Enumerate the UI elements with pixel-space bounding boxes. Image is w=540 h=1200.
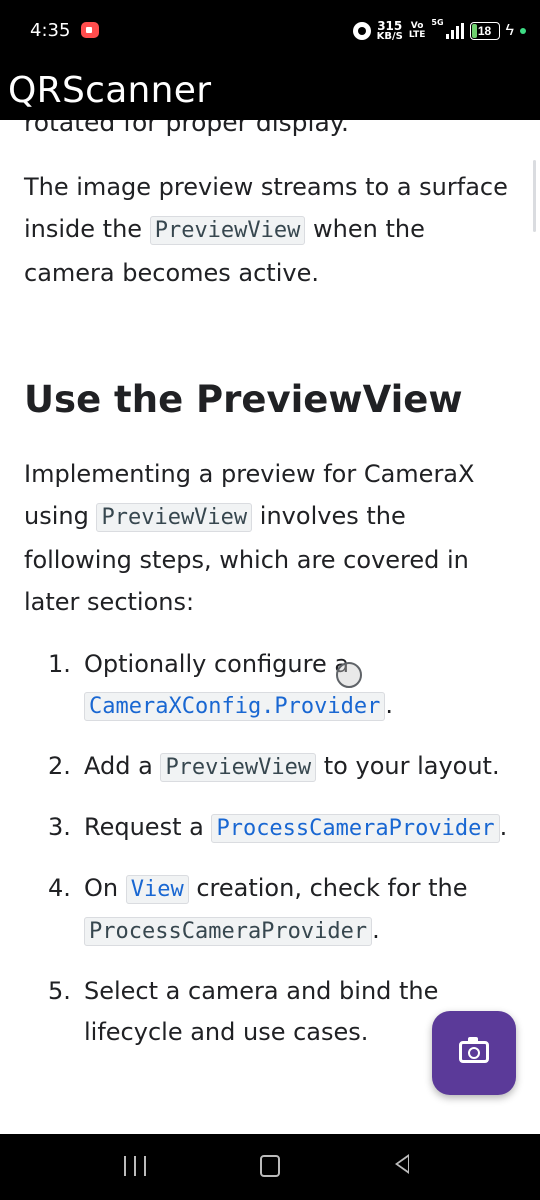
link-processcameraprovider[interactable]: ProcessCameraProvider [211, 814, 500, 843]
volte-indicator: Vo LTE [408, 21, 426, 40]
paragraph-implementing: Implementing a preview for CameraX using… [24, 460, 475, 616]
camera-icon [459, 1037, 489, 1063]
battery-icon: 18 [469, 22, 500, 40]
navigation-bar [0, 1134, 540, 1200]
status-time: 4:35 [30, 20, 71, 41]
touch-indicator [336, 662, 362, 688]
recent-apps-button[interactable] [124, 1156, 146, 1176]
link-view[interactable]: View [125, 875, 189, 904]
list-item: 1. Optionally configure a CameraXConfig.… [48, 650, 394, 721]
alarm-icon [352, 22, 371, 40]
list-item: 4. On View creation, check for the Proce… [48, 874, 468, 946]
list-item: 3. Request a ProcessCameraProvider. [48, 813, 508, 843]
scrollbar[interactable] [533, 160, 536, 232]
back-button[interactable] [395, 1154, 409, 1174]
battery-level: 18 [477, 24, 492, 38]
code-previewview: PreviewView [160, 753, 317, 782]
network-speed: 315 KB/S [376, 19, 403, 42]
steps-list: 1. Optionally configure a CameraXConfig.… [48, 644, 508, 1072]
code-previewview: PreviewView [149, 216, 306, 245]
charging-icon: ϟ [505, 22, 514, 39]
app-title: QRScanner [8, 70, 212, 111]
camera-fab-button[interactable] [432, 1011, 516, 1095]
privacy-dot-icon [520, 28, 526, 34]
app-bar: QRScanner [0, 62, 540, 120]
list-item: 2. Add a PreviewView to your layout. [48, 752, 500, 782]
screen-record-icon [81, 22, 99, 38]
code-processcameraprovider: ProcessCameraProvider [84, 917, 373, 946]
paragraph-preview-stream: The image preview streams to a surface i… [24, 173, 508, 287]
status-icons: 315 KB/S Vo LTE 5G 18 ϟ [352, 16, 526, 46]
section-heading: Use the PreviewView [24, 378, 463, 421]
link-cameraxconfig-provider[interactable]: CameraXConfig.Provider [84, 692, 386, 721]
signal-icon [445, 23, 464, 39]
status-bar: 4:35 315 KB/S Vo LTE 5G 18 ϟ [0, 0, 540, 62]
home-button[interactable] [260, 1155, 280, 1177]
network-type: 5G [431, 18, 444, 27]
code-previewview: PreviewView [96, 503, 253, 532]
